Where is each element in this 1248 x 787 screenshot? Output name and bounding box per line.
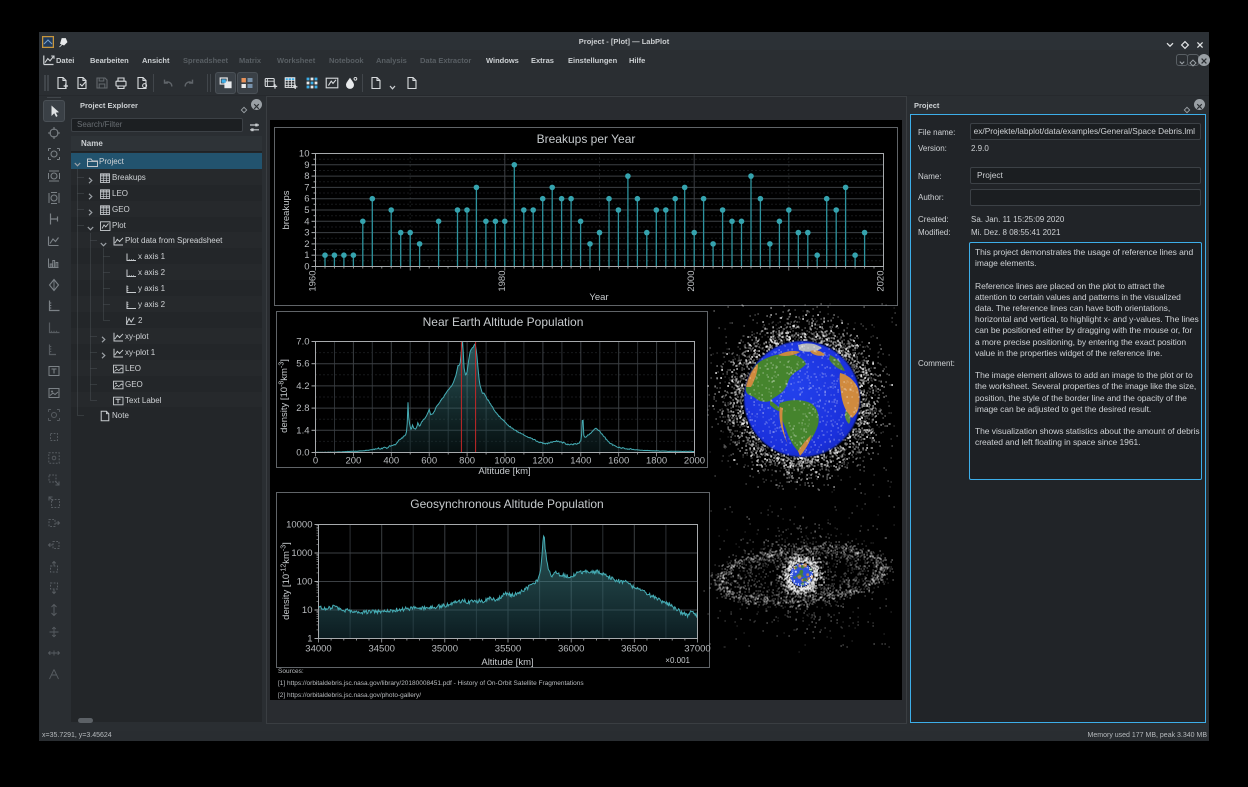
svg-text:Altitude [km]: Altitude [km]	[478, 466, 530, 477]
svg-text:Altitude [km]: Altitude [km]	[481, 657, 533, 668]
svg-text:10000: 10000	[286, 520, 312, 531]
svg-text:34500: 34500	[368, 644, 394, 655]
svg-text:2020: 2020	[876, 271, 887, 292]
svg-text:7: 7	[304, 182, 309, 193]
svg-text:2000: 2000	[686, 271, 697, 292]
svg-text:5: 5	[304, 205, 309, 216]
svg-text:35500: 35500	[495, 644, 521, 655]
svg-text:2.8: 2.8	[296, 403, 309, 414]
svg-text:Year: Year	[589, 292, 608, 303]
svg-text:1800: 1800	[646, 456, 667, 467]
svg-text:density [10-12km-3]: density [10-12km-3]	[281, 542, 293, 620]
svg-text:Breakups per Year: Breakups per Year	[537, 132, 636, 146]
svg-text:1000: 1000	[494, 456, 515, 467]
svg-text:1: 1	[304, 250, 309, 261]
svg-text:36500: 36500	[621, 644, 647, 655]
svg-text:3: 3	[304, 228, 309, 239]
svg-text:10: 10	[302, 605, 313, 616]
svg-text:5.6: 5.6	[296, 359, 309, 370]
svg-text:4.2: 4.2	[296, 381, 309, 392]
svg-text:100: 100	[297, 577, 313, 588]
svg-text:9: 9	[304, 160, 309, 171]
svg-text:36000: 36000	[558, 644, 584, 655]
svg-text:1400: 1400	[570, 456, 591, 467]
svg-text:800: 800	[459, 456, 475, 467]
svg-text:0: 0	[313, 456, 318, 467]
svg-text:8: 8	[304, 171, 309, 182]
svg-text:[1] https://orbitaldebris.jsc.: [1] https://orbitaldebris.jsc.nasa.gov/l…	[278, 680, 584, 687]
svg-text:6: 6	[304, 194, 309, 205]
svg-text:200: 200	[345, 456, 361, 467]
svg-text:1200: 1200	[532, 456, 553, 467]
svg-text:1.4: 1.4	[296, 425, 309, 436]
svg-text:2000: 2000	[684, 456, 705, 467]
svg-text:[2] https://orbitaldebris.jsc.: [2] https://orbitaldebris.jsc.nasa.gov/p…	[278, 692, 421, 699]
svg-text:1600: 1600	[608, 456, 629, 467]
svg-text:7.0: 7.0	[296, 337, 309, 348]
svg-text:1960: 1960	[308, 271, 319, 292]
svg-text:breakups: breakups	[281, 190, 292, 229]
svg-text:600: 600	[421, 456, 437, 467]
svg-text:density [10-8km-3]: density [10-8km-3]	[279, 359, 291, 433]
svg-text:×0.001: ×0.001	[665, 656, 690, 665]
svg-text:37000: 37000	[684, 644, 710, 655]
svg-text:34000: 34000	[305, 644, 331, 655]
svg-text:1000: 1000	[291, 548, 312, 559]
svg-text:2: 2	[304, 239, 309, 250]
svg-text:1980: 1980	[497, 271, 508, 292]
svg-text:10: 10	[299, 149, 310, 160]
svg-text:4: 4	[304, 216, 309, 227]
svg-text:35000: 35000	[432, 644, 458, 655]
svg-text:Sources:: Sources:	[278, 668, 304, 675]
svg-text:Geosynchronous Altitude Popula: Geosynchronous Altitude Population	[410, 497, 603, 511]
svg-text:0.0: 0.0	[296, 448, 309, 459]
svg-text:400: 400	[383, 456, 399, 467]
svg-text:Near Earth Altitude Population: Near Earth Altitude Population	[423, 315, 584, 329]
